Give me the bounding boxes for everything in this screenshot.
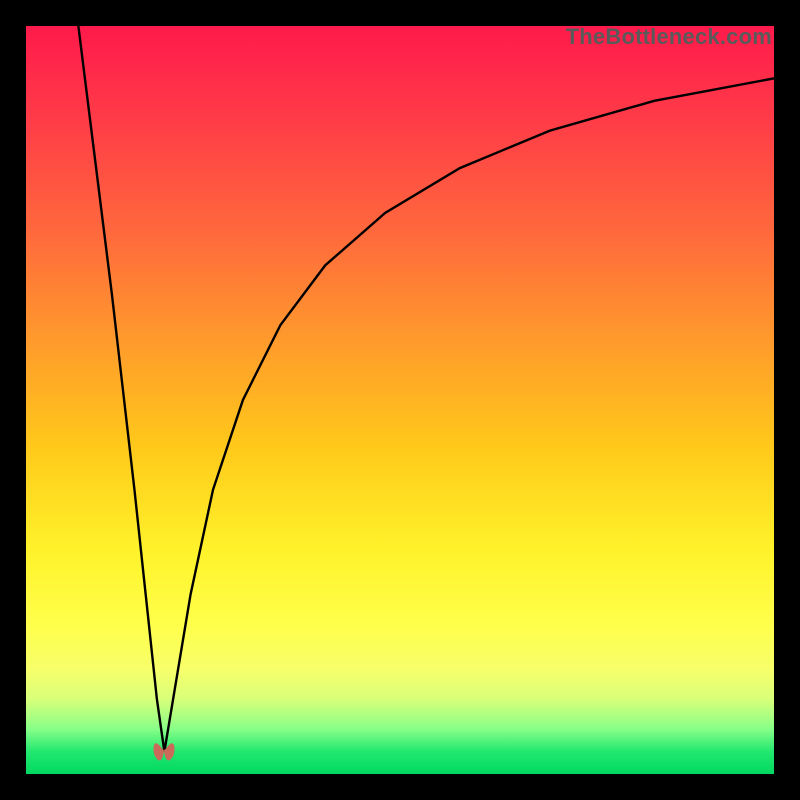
optimum-marker-icon bbox=[150, 741, 178, 763]
bottleneck-curve bbox=[26, 26, 774, 774]
chart-frame: TheBottleneck.com bbox=[0, 0, 800, 800]
plot-area: TheBottleneck.com bbox=[26, 26, 774, 774]
